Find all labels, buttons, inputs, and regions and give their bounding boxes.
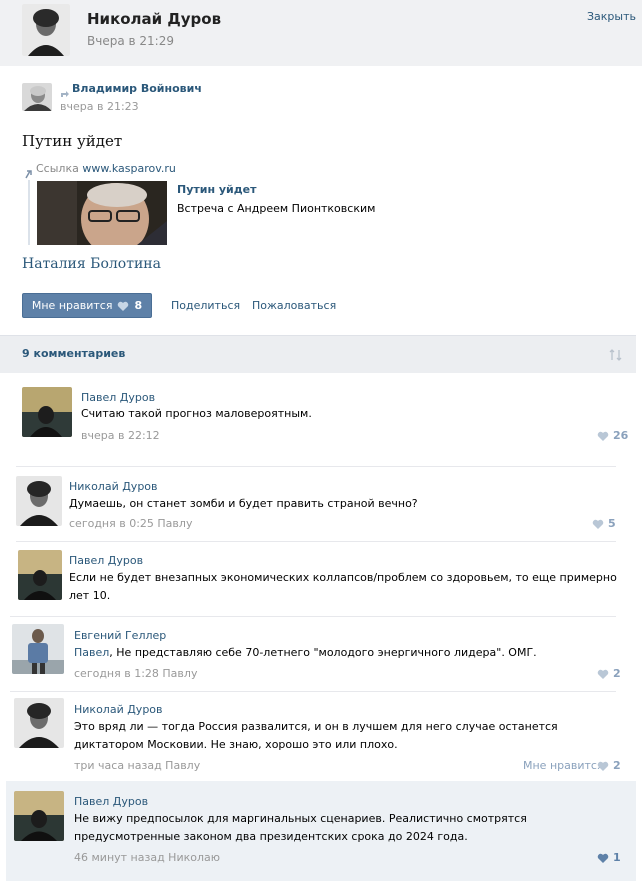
- like-button-label: Мне нравится: [31, 299, 113, 312]
- comment-text: Это вряд ли — тогда Россия развалится, и…: [74, 720, 558, 733]
- comment-likes[interactable]: 2: [597, 667, 621, 680]
- comment-meta[interactable]: сегодня в 1:28 Павлу: [74, 667, 197, 680]
- link-card-image[interactable]: [37, 181, 167, 245]
- comment-avatar[interactable]: [22, 387, 72, 437]
- post-title: Путин уйдет: [22, 132, 123, 150]
- sort-arrows-icon[interactable]: [609, 346, 623, 365]
- heart-icon: [597, 759, 609, 772]
- comment-like-link[interactable]: Мне нравится: [523, 759, 604, 772]
- heart-icon: [117, 296, 129, 315]
- share-link[interactable]: Поделиться: [171, 299, 240, 312]
- comment-divider: [10, 691, 616, 692]
- link-card-desc: Встреча с Андреем Пионтковским: [177, 202, 376, 215]
- comment-author[interactable]: Николай Дуров: [69, 480, 158, 493]
- link-card-bar: [28, 180, 30, 245]
- comment-author[interactable]: Николай Дуров: [74, 703, 163, 716]
- close-link[interactable]: Закрыть: [587, 10, 636, 23]
- comment-avatar[interactable]: [12, 624, 64, 674]
- comment-text: , Не представляю себе 70-летнего "молодо…: [109, 646, 537, 659]
- comment-divider: [16, 466, 616, 467]
- comment-meta[interactable]: 46 минут назад Николаю: [74, 851, 220, 864]
- link-card-title[interactable]: Путин уйдет: [177, 183, 257, 196]
- comment-author[interactable]: Павел Дуров: [69, 554, 143, 567]
- comment-text: Если не будет внезапных экономических ко…: [69, 571, 617, 584]
- like-button[interactable]: Мне нравится 8: [22, 293, 152, 318]
- comment-likes-count: 2: [613, 667, 621, 680]
- comment-likes-count: 1: [613, 851, 621, 864]
- comment-text-line2: лет 10.: [69, 589, 111, 602]
- comment-author[interactable]: Павел Дуров: [74, 795, 148, 808]
- comment-meta[interactable]: три часа назад Павлу: [74, 759, 200, 772]
- comment-meta[interactable]: вчера в 22:12: [81, 429, 160, 442]
- comment-text-line2: диктатором Московии. Не знаю, хорошо это…: [74, 738, 398, 751]
- comment-avatar[interactable]: [14, 791, 64, 841]
- comment-avatar[interactable]: [16, 476, 62, 526]
- link-url[interactable]: www.kasparov.ru: [82, 162, 176, 175]
- comment-text: Считаю такой прогноз маловероятным.: [81, 407, 312, 420]
- heart-icon: [592, 517, 604, 530]
- link-line: Ссылка www.kasparov.ru: [36, 162, 176, 175]
- comment-divider: [10, 616, 616, 617]
- header-time: Вчера в 21:29: [87, 34, 174, 48]
- heart-icon: [597, 667, 609, 680]
- comment-avatar[interactable]: [14, 698, 64, 748]
- post-author-name[interactable]: Владимир Войнович: [72, 82, 202, 95]
- header-avatar[interactable]: [22, 4, 70, 56]
- header-name[interactable]: Николай Дуров: [87, 10, 221, 28]
- post-author-avatar[interactable]: [22, 83, 52, 111]
- like-count: 8: [134, 299, 143, 312]
- comment-likes-count: 2: [613, 759, 621, 772]
- link-prefix: Ссылка: [36, 162, 79, 175]
- comment-text: Не вижу предпосылок для маргинальных сце…: [74, 812, 527, 825]
- comment-meta[interactable]: сегодня в 0:25 Павлу: [69, 517, 192, 530]
- comment-author[interactable]: Павел Дуров: [81, 391, 155, 404]
- comment-likes-count: 26: [613, 429, 629, 442]
- heart-icon: [597, 429, 609, 442]
- comment-likes[interactable]: 26: [597, 429, 628, 442]
- heart-icon: [597, 851, 609, 864]
- comment-author[interactable]: Евгений Геллер: [74, 629, 166, 642]
- comment-likes-count: 5: [608, 517, 616, 530]
- post-time[interactable]: вчера в 21:23: [60, 100, 139, 113]
- comment-divider: [16, 541, 616, 542]
- comment-text-line2: предусмотренные законом два президентски…: [74, 830, 468, 843]
- report-link[interactable]: Пожаловаться: [252, 299, 336, 312]
- reply-to-link[interactable]: Павел: [74, 646, 109, 659]
- post-signature[interactable]: Наталия Болотина: [22, 256, 161, 272]
- comments-count: 9 комментариев: [22, 347, 126, 360]
- comment-avatar[interactable]: [18, 550, 62, 600]
- comment-likes[interactable]: 5: [592, 517, 616, 530]
- comment-text-row: Павел, Не представляю себе 70-летнего "м…: [74, 644, 537, 662]
- comment-likes[interactable]: 2: [597, 759, 621, 772]
- comment-likes[interactable]: 1: [597, 851, 621, 864]
- comment-text: Думаешь, он станет зомби и будет править…: [69, 497, 418, 510]
